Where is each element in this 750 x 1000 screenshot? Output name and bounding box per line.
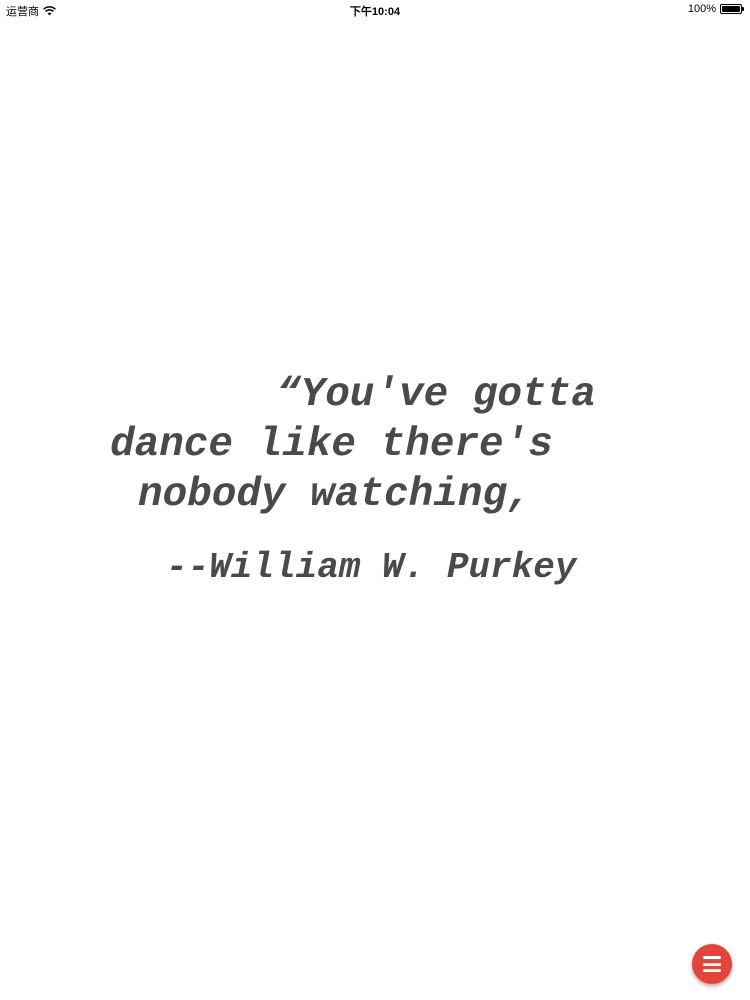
status-bar: 运营商 下午10:04 100% xyxy=(0,0,750,20)
battery-fill xyxy=(722,6,740,12)
quote-line-2: dance like there's xyxy=(110,422,553,468)
quote-line-1: “You've gotta xyxy=(276,372,596,418)
menu-button[interactable] xyxy=(692,944,732,984)
quote-line-3: nobody watching, xyxy=(138,472,532,518)
quote-author: --William W. Purkey xyxy=(166,547,577,588)
status-right: 100% xyxy=(687,3,744,15)
battery-icon xyxy=(720,4,744,14)
battery-percent: 100% xyxy=(687,3,716,15)
hamburger-menu-icon xyxy=(703,956,721,972)
status-time: 下午10:04 xyxy=(349,6,401,18)
